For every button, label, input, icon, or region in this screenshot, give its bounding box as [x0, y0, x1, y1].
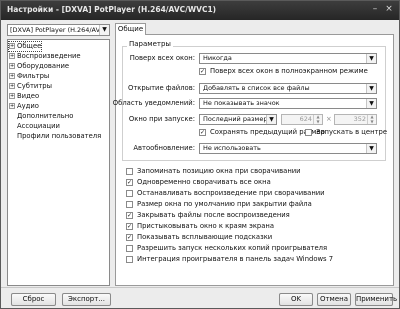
- open-files-label: Открытие файлов:: [127, 84, 195, 92]
- checkbox-icon[interactable]: ✓: [126, 178, 133, 186]
- checkbox-icon[interactable]: ✓: [126, 211, 133, 219]
- option-taskbar-integration[interactable]: Интеграция проигрывателя в панель задач …: [126, 255, 333, 264]
- checkbox-icon[interactable]: ✓: [199, 67, 206, 75]
- tree-item-playback[interactable]: + Воспроизведение: [9, 52, 81, 61]
- tree-item-video[interactable]: + Видео: [9, 92, 39, 101]
- settings-window: Настройки - [DXVA] PotPlayer (H.264/AVC/…: [0, 0, 400, 309]
- option-remember-position[interactable]: Запоминать позицию окна при сворачивании: [126, 167, 301, 176]
- spinner-arrows-icon[interactable]: ▲ ▼: [313, 114, 322, 124]
- checkbox-icon[interactable]: [126, 167, 133, 175]
- export-button[interactable]: Экспорт...: [62, 293, 111, 306]
- params-group-title: Параметры: [127, 40, 173, 48]
- size-separator: ×: [326, 115, 332, 123]
- option-default-size-on-close[interactable]: Размер окна по умолчанию при закрытии фа…: [126, 200, 312, 209]
- footer-divider: [1, 287, 399, 288]
- apply-button[interactable]: Применить: [355, 293, 397, 306]
- chevron-down-icon: ▼: [266, 115, 276, 124]
- on-top-label: Поверх всех окон:: [129, 54, 195, 62]
- on-top-fullscreen-checkbox[interactable]: ✓ Поверх всех окон в полноэкранном режиме: [199, 67, 368, 76]
- tree-item-audio[interactable]: + Аудио: [9, 102, 39, 111]
- chevron-down-icon: ▼: [366, 99, 376, 108]
- checkbox-icon[interactable]: ✓: [199, 128, 206, 136]
- tree-item-hardware[interactable]: + Оборудование: [9, 62, 69, 71]
- on-top-select[interactable]: Никогда ▼: [199, 53, 377, 64]
- option-minimize-all[interactable]: ✓ Одновременно сворачивать все окна: [126, 178, 271, 187]
- tree-item-subtitles[interactable]: + Субтитры: [9, 82, 52, 91]
- window-title: Настройки - [DXVA] PotPlayer (H.264/AVC/…: [7, 5, 217, 14]
- tree-item-user-profiles[interactable]: Профили пользователя: [17, 132, 101, 141]
- width-spinner[interactable]: 624 ▲ ▼: [281, 114, 323, 125]
- tree-item-general[interactable]: + Общее: [7, 41, 43, 52]
- expand-icon[interactable]: +: [9, 103, 15, 109]
- startup-window-label: Окно при запуске:: [128, 115, 195, 123]
- checkbox-icon[interactable]: [126, 189, 133, 197]
- close-icon[interactable]: ×: [383, 4, 395, 15]
- ok-button[interactable]: OK: [279, 293, 313, 306]
- checkbox-icon[interactable]: [126, 255, 133, 263]
- chevron-down-icon: ▼: [366, 84, 376, 93]
- height-spinner[interactable]: 352 ▲ ▼: [334, 114, 377, 125]
- spinner-arrows-icon[interactable]: ▲ ▼: [367, 114, 376, 124]
- tab-general[interactable]: Общие: [115, 23, 146, 35]
- expand-icon[interactable]: +: [9, 73, 15, 79]
- start-centered-checkbox[interactable]: Запускать в центре: [305, 128, 387, 137]
- tree-item-associations[interactable]: Ассоциации: [17, 122, 60, 131]
- expand-icon[interactable]: +: [9, 43, 15, 49]
- expand-icon[interactable]: +: [9, 63, 15, 69]
- expand-icon[interactable]: +: [9, 53, 15, 59]
- tree-item-filters[interactable]: + Фильтры: [9, 72, 49, 81]
- option-close-after-playback[interactable]: ✓ Закрывать файлы после воспроизведения: [126, 211, 290, 220]
- settings-tree[interactable]: + Общее + Воспроизведение + Оборудование + Ф…: [7, 39, 110, 286]
- checkbox-icon[interactable]: [126, 244, 133, 252]
- chevron-down-icon: ▼: [99, 25, 109, 35]
- checkbox-icon[interactable]: [305, 128, 312, 136]
- checkbox-icon[interactable]: ✓: [126, 222, 133, 230]
- chevron-down-icon: ▼: [366, 144, 376, 153]
- option-snap-to-edges[interactable]: ✓ Пристыковывать окно к краям экрана: [126, 222, 274, 231]
- startup-window-select[interactable]: Последний размер ▼: [199, 114, 277, 125]
- cancel-button[interactable]: Отмена: [317, 293, 351, 306]
- checkbox-icon[interactable]: [126, 200, 133, 208]
- expand-icon[interactable]: +: [9, 83, 15, 89]
- chevron-down-icon: ▼: [366, 54, 376, 63]
- option-stop-on-minimize[interactable]: Останавливать воспроизведение при сворач…: [126, 189, 325, 198]
- open-files-select[interactable]: Добавлять в список все файлы ▼: [199, 83, 377, 94]
- autoupdate-label: Автообновление:: [133, 144, 195, 152]
- profile-select-value: [DXVA] PotPlayer (H.264/AVC...: [10, 26, 110, 34]
- expand-icon[interactable]: +: [9, 93, 15, 99]
- title-bar[interactable]: Настройки - [DXVA] PotPlayer (H.264/AVC/…: [1, 1, 399, 20]
- notify-select[interactable]: Не показывать значок ▼: [199, 98, 377, 109]
- notify-label: Область уведомлений:: [112, 99, 195, 107]
- reset-button[interactable]: Сброс: [11, 293, 56, 306]
- autoupdate-select[interactable]: Не использовать ▼: [199, 143, 377, 154]
- checkbox-icon[interactable]: ✓: [126, 233, 133, 241]
- option-show-tooltips[interactable]: ✓ Показывать всплывающие подсказки: [126, 233, 272, 242]
- minimize-icon[interactable]: –: [369, 4, 381, 15]
- option-multiple-instances[interactable]: Разрешить запуск нескольких копий проигр…: [126, 244, 327, 253]
- tree-item-advanced[interactable]: Дополнительно: [17, 112, 73, 121]
- profile-select[interactable]: [DXVA] PotPlayer (H.264/AVC... ▼: [7, 24, 110, 36]
